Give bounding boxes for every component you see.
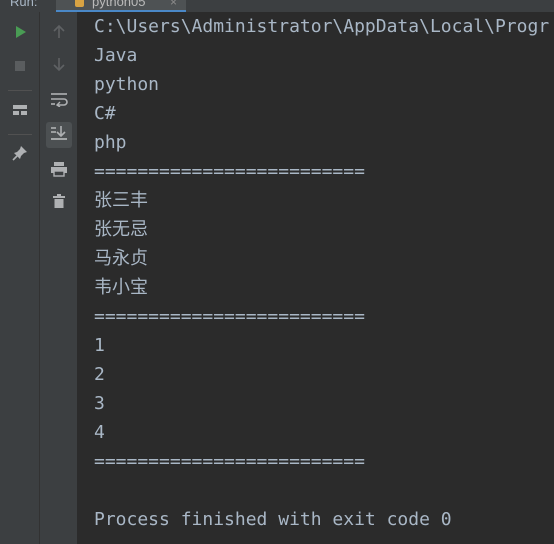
console-exit-message: Process finished with exit code 0 [94, 509, 452, 530]
pin-icon [12, 145, 28, 165]
console-line: C# [94, 103, 116, 124]
print-icon [50, 161, 68, 181]
down-stack-button[interactable] [46, 54, 72, 80]
stop-icon [13, 58, 27, 77]
run-tab-bar: Run: python05 × [0, 0, 554, 12]
pin-tab-button[interactable] [7, 142, 33, 168]
down-arrow-icon [52, 57, 66, 77]
console-line: 张无忌 [94, 219, 148, 240]
tab-label: python05 [92, 0, 146, 9]
stop-button[interactable] [7, 54, 33, 80]
layout-icon [12, 102, 28, 121]
soft-wrap-button[interactable] [46, 88, 72, 114]
clear-all-button[interactable] [46, 190, 72, 216]
scroll-to-end-button[interactable] [46, 122, 72, 148]
run-icon [13, 24, 27, 43]
console-line: 张三丰 [94, 190, 148, 211]
run-tool-window: Run: python05 × C:\Users\Administrator\A… [0, 0, 554, 544]
console-line: 2 [94, 364, 105, 385]
rerun-button[interactable] [7, 20, 33, 46]
console-line: 马永贞 [94, 248, 148, 269]
tab-python05[interactable]: python05 × [56, 0, 186, 12]
layout-button[interactable] [7, 98, 33, 124]
python-file-icon [74, 0, 85, 11]
tab-close-icon[interactable]: × [170, 0, 177, 9]
console-line: python [94, 74, 160, 95]
console-separator: ========================= [94, 306, 365, 327]
console-line: 1 [94, 335, 105, 356]
console-line: 韦小宝 [94, 277, 148, 298]
print-button[interactable] [46, 158, 72, 184]
trash-icon [51, 193, 67, 213]
console-separator: ========================= [94, 451, 365, 472]
scroll-to-end-icon [50, 125, 68, 145]
toolbar-divider [8, 90, 32, 91]
console-line: 4 [94, 422, 105, 443]
toolbar-divider [8, 134, 32, 135]
up-stack-button[interactable] [46, 20, 72, 46]
run-toolbar-secondary [40, 12, 78, 544]
console-separator: ========================= [94, 161, 365, 182]
soft-wrap-icon [50, 91, 68, 111]
run-label: Run: [10, 0, 38, 9]
console-output[interactable]: C:\Users\Administrator\AppData\Local\Pro… [78, 12, 554, 544]
console-line: php [94, 132, 127, 153]
console-line: 3 [94, 393, 105, 414]
run-toolbar-primary [0, 12, 40, 544]
console-line: Java [94, 45, 138, 66]
up-arrow-icon [52, 23, 66, 43]
console-line-path: C:\Users\Administrator\AppData\Local\Pro… [94, 16, 550, 37]
